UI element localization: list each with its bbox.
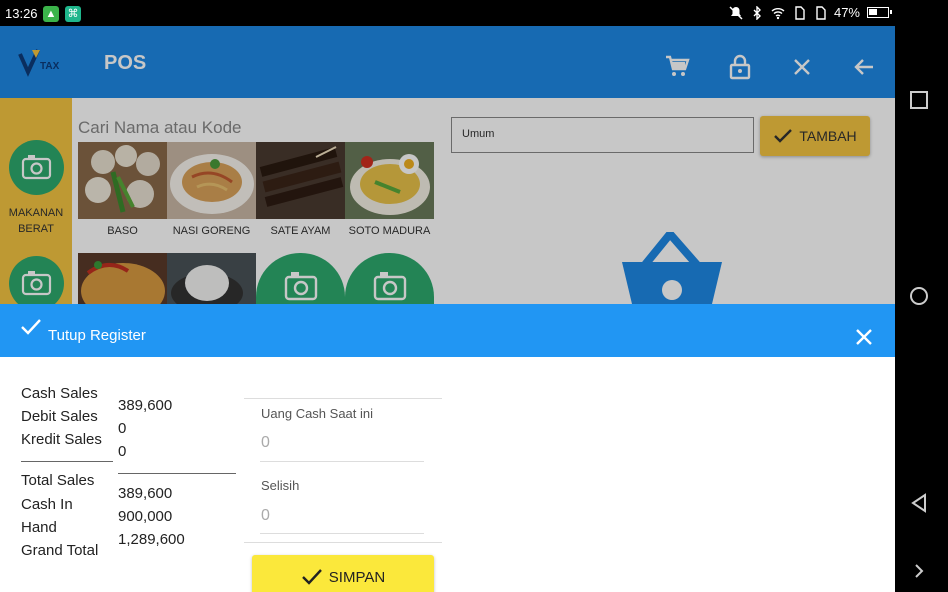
difference-input[interactable]: 0 — [261, 507, 270, 525]
recents-icon[interactable] — [908, 89, 930, 111]
status-time: 13:26 — [5, 6, 38, 21]
navigation-bar — [895, 0, 948, 592]
cash-in-hand-value: 900,000 — [118, 508, 173, 525]
chevron-right-icon[interactable] — [908, 560, 930, 582]
total-sales-label: Total Sales — [21, 472, 95, 489]
save-button[interactable]: SIMPAN — [252, 555, 434, 592]
status-icons: 47% — [729, 5, 892, 20]
sim1-icon — [795, 5, 805, 20]
cash-sales-label: Cash Sales — [21, 385, 98, 402]
battery-icon — [867, 7, 892, 18]
input-underline — [260, 461, 424, 462]
content-dim-overlay — [0, 98, 895, 304]
difference-label: Selisih — [261, 478, 300, 493]
back-icon[interactable] — [908, 492, 930, 514]
input-underline — [260, 533, 424, 534]
sim2-icon — [816, 5, 826, 20]
cash-sales-value: 389,600 — [118, 397, 173, 414]
cash-now-input[interactable]: 0 — [261, 434, 270, 452]
divider — [244, 542, 442, 543]
status-bar: 13:26 ▲ ⌘ 47% — [0, 0, 895, 26]
cash-in-label: Cash In — [21, 496, 73, 513]
home-icon[interactable] — [908, 285, 930, 307]
dialog-title: Tutup Register — [48, 327, 146, 344]
kredit-sales-value: 0 — [118, 443, 127, 460]
save-button-label: SIMPAN — [328, 568, 386, 586]
app-screen: 13:26 ▲ ⌘ 47% TAX POS MAKANAN BERAT Cari… — [0, 0, 895, 592]
notification-app-icon: ▲ — [43, 6, 59, 22]
wifi-icon — [771, 7, 785, 19]
divider — [21, 461, 113, 462]
dialog-header: Tutup Register — [0, 304, 895, 357]
debit-sales-label: Debit Sales — [21, 408, 98, 425]
bluetooth-icon — [753, 5, 761, 20]
app-bar-dim-overlay — [0, 26, 895, 98]
dialog-body — [0, 357, 895, 592]
notification-app2-icon: ⌘ — [65, 6, 81, 22]
cash-now-label: Uang Cash Saat ini — [261, 406, 374, 421]
hand-label: Hand — [21, 519, 57, 536]
battery-percent: 47% — [833, 5, 860, 20]
debit-sales-value: 0 — [118, 420, 127, 437]
check-icon — [301, 569, 322, 585]
divider — [118, 473, 236, 474]
check-icon — [21, 319, 41, 335]
grand-total-value: 1,289,600 — [118, 531, 185, 548]
total-sales-value: 389,600 — [118, 485, 173, 502]
kredit-sales-label: Kredit Sales — [21, 431, 102, 448]
grand-total-label: Grand Total — [21, 542, 99, 559]
notifications-off-icon — [729, 5, 743, 20]
dialog-close-icon[interactable] — [855, 328, 873, 346]
divider — [244, 398, 442, 399]
